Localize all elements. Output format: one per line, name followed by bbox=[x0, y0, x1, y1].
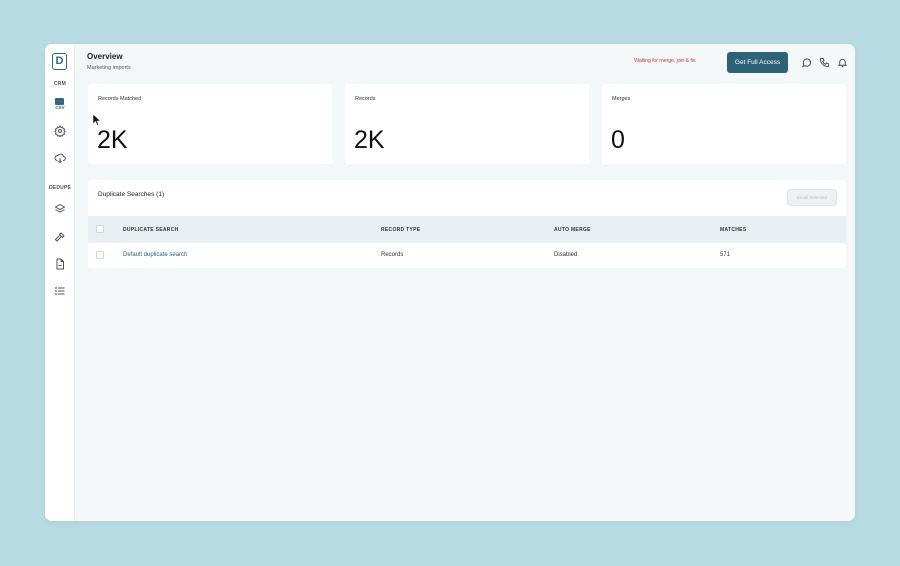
layers-icon[interactable] bbox=[53, 202, 67, 216]
stat-label: Merges bbox=[612, 96, 631, 102]
select-all-checkbox[interactable] bbox=[96, 225, 104, 233]
panel-title: Duplicate Searches (1) bbox=[98, 191, 165, 198]
top-header: Overview Marketing imports Waiting for m… bbox=[75, 44, 855, 80]
table-row[interactable]: Default duplicate search Records Disable… bbox=[88, 243, 846, 268]
stat-card-records-matched: Records Matched 2K bbox=[88, 84, 332, 164]
page-title: Overview bbox=[87, 52, 123, 61]
record-type-cell: Records bbox=[381, 252, 404, 258]
sidebar-section-dedupe: DEDUPE bbox=[48, 185, 72, 191]
stat-value: 2K bbox=[97, 126, 128, 154]
stat-value: 2K bbox=[354, 126, 385, 154]
list-icon[interactable] bbox=[53, 284, 67, 298]
app-logo[interactable]: D bbox=[52, 53, 67, 70]
bell-icon[interactable] bbox=[836, 56, 848, 68]
cloud-download-icon[interactable] bbox=[53, 151, 67, 165]
panel-action-button[interactable]: Email Selected bbox=[787, 189, 837, 206]
sidebar-section-crm: CRM bbox=[54, 81, 66, 87]
get-full-access-button[interactable]: Get Full Access bbox=[727, 52, 788, 73]
hammer-icon[interactable] bbox=[53, 230, 67, 244]
auto-merge-cell: Disabled bbox=[554, 252, 578, 258]
mouse-cursor-icon bbox=[93, 114, 101, 126]
row-checkbox[interactable] bbox=[96, 251, 104, 259]
table-header: DUPLICATE SEARCH RECORD TYPE AUTO MERGE … bbox=[88, 216, 846, 243]
duplicate-searches-panel: Duplicate Searches (1) Email Selected DU… bbox=[88, 180, 846, 268]
stat-card-records: Records 2K bbox=[345, 84, 589, 164]
phone-icon[interactable] bbox=[818, 56, 830, 68]
settings-gear-icon[interactable] bbox=[53, 124, 67, 138]
stat-label: Records bbox=[355, 96, 376, 102]
sidebar: D CRM CSV DEDUPE bbox=[45, 44, 75, 521]
column-header-duplicate-search[interactable]: DUPLICATE SEARCH bbox=[123, 227, 179, 233]
app-window: D CRM CSV DEDUPE Overview Marketing impo… bbox=[45, 44, 855, 521]
csv-label: CSV bbox=[55, 105, 65, 110]
column-header-record-type[interactable]: RECORD TYPE bbox=[381, 227, 420, 233]
trial-status-text: Waiting for merge, join & fix bbox=[634, 58, 696, 64]
duplicate-search-link[interactable]: Default duplicate search bbox=[123, 252, 187, 258]
page-subtitle: Marketing imports bbox=[87, 65, 131, 71]
stat-label: Records Matched bbox=[98, 96, 142, 102]
matches-cell: 571 bbox=[720, 252, 731, 258]
file-icon[interactable] bbox=[53, 257, 67, 271]
column-header-auto-merge[interactable]: AUTO MERGE bbox=[554, 227, 591, 233]
csv-import-icon[interactable]: CSV bbox=[53, 98, 67, 112]
chat-icon[interactable] bbox=[800, 56, 812, 68]
stat-card-merges: Merges 0 bbox=[602, 84, 846, 164]
column-header-matches[interactable]: MATCHES bbox=[720, 227, 746, 233]
stat-value: 0 bbox=[611, 126, 625, 154]
